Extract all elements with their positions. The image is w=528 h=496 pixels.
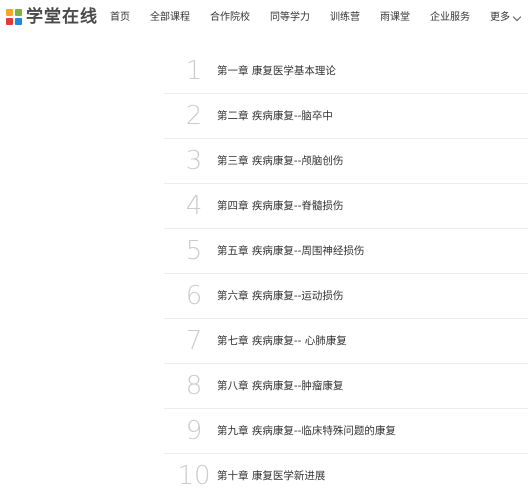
chevron-down-icon <box>512 12 522 21</box>
chapter-number: 8 <box>185 371 203 401</box>
brand-name: 学堂在线 <box>26 7 98 27</box>
chapter-title[interactable]: 第四章 疾病康复--脊髓损伤 <box>217 198 343 214</box>
nav-item-rain-classroom[interactable]: 雨课堂 <box>380 10 410 26</box>
chapter-number: 1 <box>185 56 203 86</box>
chapter-row[interactable]: 2 第二章 疾病康复--脑卒中 <box>164 94 528 139</box>
nav-item-more[interactable]: 更多 <box>490 10 522 26</box>
chapter-title[interactable]: 第六章 疾病康复--运动损伤 <box>217 288 343 304</box>
chapter-row[interactable]: 7 第七章 疾病康复-- 心肺康复 <box>164 319 528 364</box>
chapter-title[interactable]: 第九章 疾病康复--临床特殊问题的康复 <box>217 423 396 439</box>
xuetang-grid-logo-icon <box>6 9 22 25</box>
chapter-number: 6 <box>185 281 203 311</box>
chapter-row[interactable]: 3 第三章 疾病康复--颅脑创伤 <box>164 139 528 184</box>
chapter-number: 7 <box>185 326 203 356</box>
chapter-row[interactable]: 10 第十章 康复医学新进展 <box>164 454 528 496</box>
chapter-number: 10 <box>177 461 211 491</box>
chapter-number: 9 <box>185 416 203 446</box>
chapter-row[interactable]: 4 第四章 疾病康复--脊髓损伤 <box>164 184 528 229</box>
logo-square-3 <box>6 18 13 25</box>
chapter-number: 4 <box>185 191 203 221</box>
chapter-title[interactable]: 第十章 康复医学新进展 <box>217 468 325 484</box>
chapter-list: 1 第一章 康复医学基本理论 2 第二章 疾病康复--脑卒中 3 第三章 疾病康… <box>164 49 528 496</box>
logo-square-1 <box>6 9 13 16</box>
chapter-row[interactable]: 9 第九章 疾病康复--临床特殊问题的康复 <box>164 409 528 454</box>
nav-item-partner-schools[interactable]: 合作院校 <box>210 10 250 26</box>
chapter-title[interactable]: 第七章 疾病康复-- 心肺康复 <box>217 333 347 349</box>
nav-item-enterprise-service[interactable]: 企业服务 <box>430 10 470 26</box>
chapter-title[interactable]: 第三章 疾病康复--颅脑创伤 <box>217 153 343 169</box>
chapter-row[interactable]: 8 第八章 疾病康复--肿瘤康复 <box>164 364 528 409</box>
chapter-row[interactable]: 1 第一章 康复医学基本理论 <box>164 49 528 94</box>
chapter-row[interactable]: 6 第六章 疾病康复--运动损伤 <box>164 274 528 319</box>
chapter-row[interactable]: 5 第五章 疾病康复--周围神经损伤 <box>164 229 528 274</box>
chapter-number: 2 <box>185 101 203 131</box>
brand-logo[interactable]: 学堂在线 <box>6 7 98 27</box>
top-navigation-bar: 学堂在线 首页 全部课程 合作院校 同等学力 训练营 雨课堂 企业服务 更多 <box>0 0 528 36</box>
logo-square-2 <box>15 9 22 16</box>
nav-item-equivalent-degree[interactable]: 同等学力 <box>270 10 310 26</box>
chapter-number: 3 <box>185 146 203 176</box>
chapter-title[interactable]: 第五章 疾病康复--周围神经损伤 <box>217 243 364 259</box>
nav-more-label: 更多 <box>490 12 510 23</box>
chapter-title[interactable]: 第二章 疾病康复--脑卒中 <box>217 108 333 124</box>
course-chapter-page: 学堂在线 首页 全部课程 合作院校 同等学力 训练营 雨课堂 企业服务 更多 1… <box>0 0 528 496</box>
chapter-title[interactable]: 第八章 疾病康复--肿瘤康复 <box>217 378 343 394</box>
nav-item-all-courses[interactable]: 全部课程 <box>150 10 190 26</box>
chapter-title[interactable]: 第一章 康复医学基本理论 <box>217 63 336 79</box>
logo-square-4 <box>15 18 22 25</box>
nav-item-home[interactable]: 首页 <box>110 10 130 26</box>
chapter-number: 5 <box>185 236 203 266</box>
nav-item-training-camp[interactable]: 训练营 <box>330 10 360 26</box>
